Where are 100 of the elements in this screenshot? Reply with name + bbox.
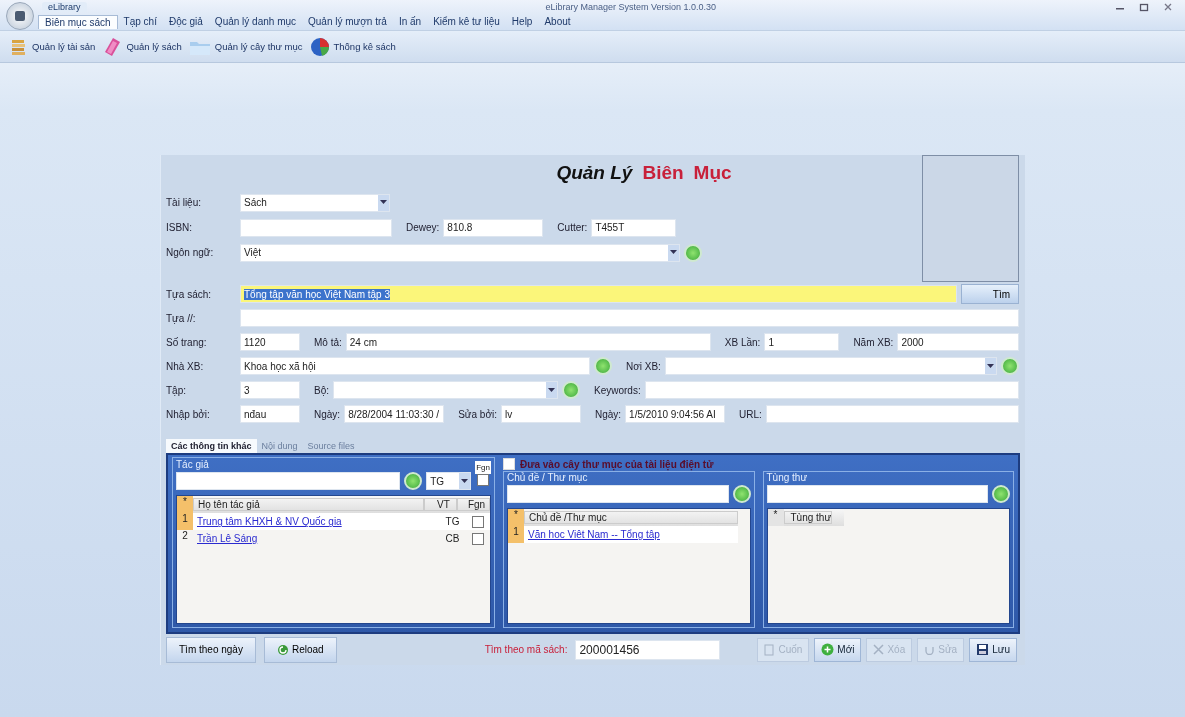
- caret-icon: [380, 200, 387, 205]
- save-icon: [976, 643, 990, 657]
- column-header: Tùng thư: [783, 511, 833, 525]
- input-field[interactable]: 8/28/2004 11:03:30 /: [344, 405, 445, 423]
- field-label: URL:: [738, 408, 762, 420]
- tab[interactable]: Các thông tin khác: [166, 439, 257, 454]
- menu-tab[interactable]: Biên mục sách: [38, 14, 118, 29]
- lookup-button[interactable]: [732, 485, 751, 504]
- input-field[interactable]: T455T: [591, 218, 677, 237]
- toolbar-button[interactable]: Quản lý tài sản: [6, 36, 99, 57]
- dropdown-field[interactable]: [664, 357, 997, 375]
- close-icon[interactable]: [1163, 1, 1173, 12]
- grid-row[interactable]: 1 Văn học Việt Nam -- Tổng tập: [508, 526, 738, 544]
- input-field[interactable]: Tổng tập văn học Việt Nam tập 3: [240, 285, 957, 303]
- toolbar-button[interactable]: Thống kê sách: [305, 35, 399, 58]
- row-number: 1: [177, 513, 193, 531]
- input-field[interactable]: 3: [240, 381, 300, 399]
- restore-icon[interactable]: [1139, 1, 1149, 12]
- author-link[interactable]: Trung tâm KHXH & NV Quốc gia: [193, 516, 440, 528]
- code-search-label: Tìm theo mã sách:: [484, 644, 568, 656]
- field-label: Nơi XB:: [625, 360, 661, 372]
- subject-link[interactable]: Văn học Việt Nam -- Tổng tập: [524, 529, 738, 541]
- toolbar-button[interactable]: Quản lý sách: [98, 35, 185, 58]
- menu-tab[interactable]: About: [538, 15, 577, 28]
- dropdown-field[interactable]: Việt: [240, 243, 680, 262]
- column-header: Họ tên tác giả: [193, 498, 424, 512]
- input-field[interactable]: [240, 309, 1019, 327]
- input-field[interactable]: nđau: [240, 405, 300, 423]
- checkbox[interactable]: [471, 532, 484, 545]
- caret-icon: [548, 387, 555, 393]
- code-search-field[interactable]: 200001456: [575, 639, 721, 660]
- group-legend: Chủ đề / Thư mục: [507, 472, 751, 484]
- column-header: VT: [424, 498, 457, 512]
- plus-circle-icon: [821, 643, 835, 657]
- dropdown-field[interactable]: Sách: [240, 193, 390, 212]
- row-number: 1: [508, 526, 524, 544]
- input-field[interactable]: 810.8: [443, 218, 544, 237]
- table-cell-text: CB: [444, 533, 461, 545]
- field-label: Năm XB:: [852, 336, 894, 348]
- menu-tab[interactable]: Tạp chí: [117, 15, 163, 28]
- input-field[interactable]: 24 cm: [345, 333, 711, 351]
- checkbox[interactable]: [471, 515, 484, 528]
- row-header: *: [767, 509, 784, 527]
- input-field[interactable]: [644, 381, 1019, 399]
- menu-tab[interactable]: Quản lý danh mục: [208, 15, 303, 28]
- grid-row[interactable]: 2 Trần Lê Sáng CB: [177, 530, 490, 548]
- delete-icon: [873, 644, 885, 656]
- save-button[interactable]: Lưu: [969, 637, 1017, 662]
- field-label: Tựa sách:: [166, 288, 213, 300]
- reload-button[interactable]: Reload: [263, 636, 337, 663]
- dropdown-field[interactable]: [333, 381, 558, 399]
- reload-icon: [276, 643, 289, 656]
- checkbox-label: Đưa vào cây thư mục của tài liệu điện tử: [520, 458, 714, 470]
- field-label: Ngôn ngữ:: [166, 247, 215, 258]
- field-label: Số trang:: [166, 336, 208, 348]
- toolbar-button[interactable]: Quản lý cây thư mục: [184, 36, 306, 57]
- menu-tab[interactable]: Kiểm kê tư liệu: [427, 15, 506, 28]
- dropdown-field[interactable]: TG: [426, 472, 472, 491]
- input-field[interactable]: Khoa học xã hội: [240, 357, 590, 375]
- undo-icon: [924, 644, 936, 656]
- caret-icon: [461, 478, 469, 484]
- table-cell-text: TG: [444, 516, 461, 528]
- input-field[interactable]: lv: [500, 405, 581, 423]
- input-field[interactable]: [765, 405, 1019, 423]
- menu-tab[interactable]: Độc giả: [162, 15, 209, 28]
- input-field[interactable]: 1120: [240, 333, 300, 351]
- menu-tab[interactable]: Quản lý mượn trả: [302, 15, 393, 28]
- new-button[interactable]: Mới: [814, 637, 862, 662]
- input-field[interactable]: [240, 218, 392, 237]
- caret-icon: [670, 250, 677, 255]
- pie-chart-icon: [308, 35, 331, 58]
- grid-row[interactable]: 1 Trung tâm KHXH & NV Quốc gia TG: [177, 513, 490, 531]
- field-label: Tựa //:: [166, 312, 197, 324]
- field-label: Tập:: [166, 384, 187, 396]
- field-label: Cutter:: [556, 222, 588, 233]
- lookup-button[interactable]: [992, 485, 1010, 504]
- field-label: Sửa bởi:: [457, 408, 497, 420]
- lookup-button[interactable]: [404, 472, 423, 491]
- field-label: XB Lần:: [723, 336, 761, 348]
- input-field[interactable]: [507, 485, 729, 504]
- field-label: ISBN:: [166, 222, 194, 233]
- caret-icon: [987, 363, 994, 369]
- date-search-button[interactable]: Tìm theo ngày: [166, 636, 256, 663]
- field-label: Nhà XB:: [166, 360, 205, 372]
- app-menu-button[interactable]: [6, 2, 34, 30]
- group-legend: Tùng thư: [766, 472, 1010, 484]
- input-field[interactable]: 1/5/2010 9:04:56 AI: [625, 405, 726, 423]
- fgn-label: Fgn: [475, 460, 491, 474]
- input-field[interactable]: [176, 472, 401, 491]
- input-field[interactable]: 2000: [897, 333, 1019, 351]
- field-label: Mô tả:: [313, 336, 342, 348]
- menu-tab[interactable]: Help: [505, 15, 539, 28]
- search-button[interactable]: Tìm: [961, 284, 1019, 304]
- author-link[interactable]: Trần Lê Sáng: [193, 533, 440, 545]
- menu-tab[interactable]: In ấn: [392, 15, 428, 28]
- document-icon: [764, 643, 776, 656]
- row-number: 2: [181, 530, 189, 544]
- column-header: Fgn: [457, 498, 490, 512]
- input-field[interactable]: 1: [764, 333, 840, 351]
- input-field[interactable]: [766, 485, 988, 504]
